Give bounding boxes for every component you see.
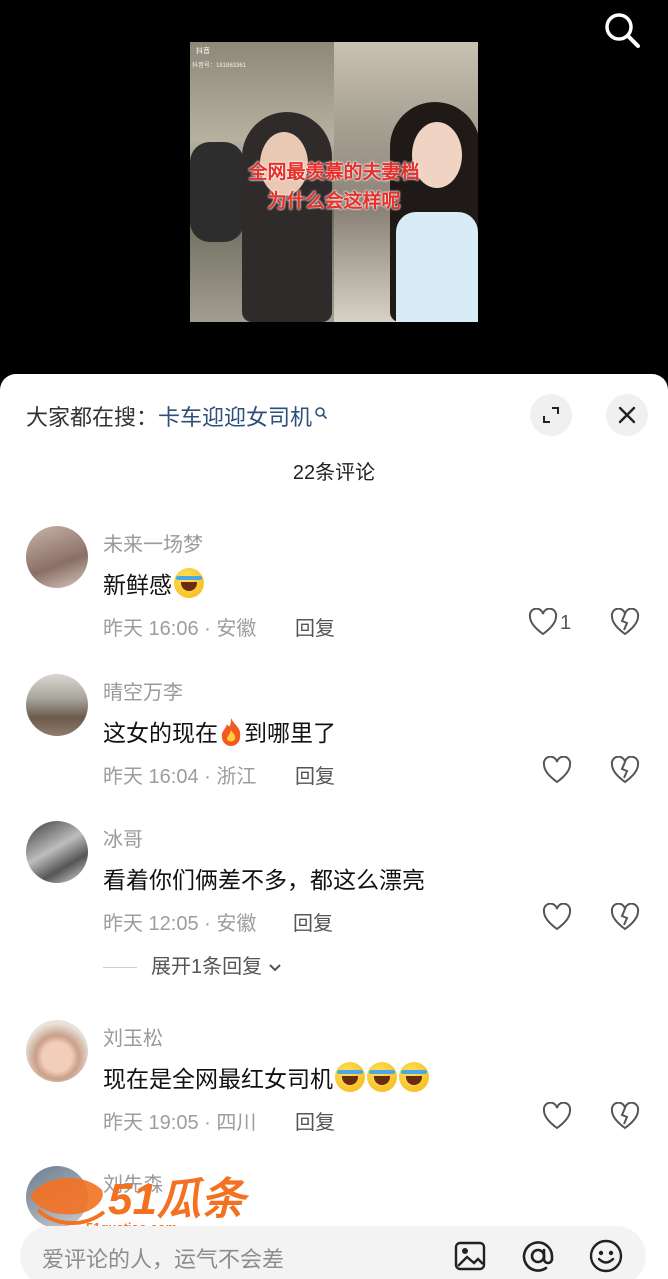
reply-button[interactable]: 回复 <box>295 612 335 641</box>
comment-username[interactable]: 刘玉松 <box>103 1022 163 1051</box>
broken-heart-icon[interactable] <box>610 1101 640 1135</box>
emoji-icon[interactable] <box>588 1238 624 1274</box>
expand-replies-label: 展开1条回复 <box>151 956 263 978</box>
heart-icon[interactable] <box>542 1101 572 1132</box>
search-icon[interactable] <box>602 10 642 50</box>
fire-emoji-icon <box>218 716 244 746</box>
avatar[interactable] <box>26 1020 88 1082</box>
reply-button[interactable]: 回复 <box>295 760 335 789</box>
close-icon[interactable] <box>606 394 648 436</box>
laugh-cry-emoji-icon <box>399 1062 429 1092</box>
like-count: 1 <box>560 612 572 634</box>
broken-heart-icon[interactable] <box>610 755 640 789</box>
comment-time-location: 昨天 16:04 · 浙江 <box>103 766 257 788</box>
comment-time-location: 昨天 12:05 · 安徽 <box>103 913 257 935</box>
comment-username[interactable]: 晴空万李 <box>103 676 183 705</box>
comment-time-location: 昨天 19:05 · 四川 <box>103 1112 257 1134</box>
video-caption-line1: 全网最羡慕的夫妻档 <box>248 162 420 183</box>
at-icon[interactable] <box>520 1238 556 1274</box>
reply-button[interactable]: 回复 <box>295 1106 335 1135</box>
comment-text: 看着你们俩差不多，都这么漂亮 <box>103 867 425 893</box>
comment-count: 22条评论 <box>292 462 376 484</box>
laugh-cry-emoji-icon <box>367 1062 397 1092</box>
hot-search[interactable]: 大家都在搜：卡车迎迎女司机 <box>26 400 328 432</box>
expand-icon[interactable] <box>530 394 572 436</box>
comment-username[interactable]: 未来一场梦 <box>103 528 203 557</box>
avatar[interactable] <box>26 526 88 588</box>
comment-username[interactable]: 冰哥 <box>103 823 143 852</box>
avatar[interactable] <box>26 821 88 883</box>
broken-heart-icon[interactable] <box>610 607 640 641</box>
comments-sheet: 大家都在搜：卡车迎迎女司机 22条评论 未来一场梦 新鲜感 昨天 16:06 ·… <box>0 374 668 1279</box>
heart-icon[interactable] <box>542 755 572 786</box>
comment-time-location: 昨天 16:06 · 安徽 <box>103 618 257 640</box>
chevron-down-icon <box>268 956 282 978</box>
image-icon[interactable] <box>452 1238 488 1274</box>
laugh-cry-emoji-icon <box>335 1062 365 1092</box>
comment-input[interactable]: 爱评论的人，运气不会差 <box>20 1226 646 1279</box>
watermark-logo-text: 51瓜条 <box>108 1175 250 1224</box>
video-thumbnail[interactable]: 抖音 抖音号：181863361 全网最羡慕的夫妻档 为什么会这样呢 <box>190 42 478 322</box>
hot-search-prefix: 大家都在搜： <box>26 405 159 430</box>
heart-icon[interactable] <box>542 902 572 933</box>
comment-input-placeholder: 爱评论的人，运气不会差 <box>42 1247 285 1272</box>
search-icon <box>314 400 328 420</box>
video-caption-line2: 为什么会这样呢 <box>267 191 401 212</box>
broken-heart-icon[interactable] <box>610 902 640 936</box>
heart-icon[interactable] <box>528 607 558 638</box>
video-brand: 抖音 <box>196 48 210 55</box>
laugh-cry-emoji-icon <box>174 568 204 598</box>
video-area[interactable]: 抖音 抖音号：181863361 全网最羡慕的夫妻档 为什么会这样呢 <box>0 0 668 390</box>
reply-button[interactable]: 回复 <box>293 907 333 936</box>
comment-text: 现在是全网最红女司机 <box>103 1060 429 1094</box>
comment-text: 这女的现在 到哪里了 <box>103 714 336 748</box>
avatar[interactable] <box>26 674 88 736</box>
comment-text: 新鲜感 <box>103 566 204 600</box>
hot-search-term[interactable]: 卡车迎迎女司机 <box>158 405 312 430</box>
video-account-id: 抖音号：181863361 <box>192 63 247 69</box>
expand-replies-button[interactable]: 展开1条回复 <box>103 950 282 979</box>
